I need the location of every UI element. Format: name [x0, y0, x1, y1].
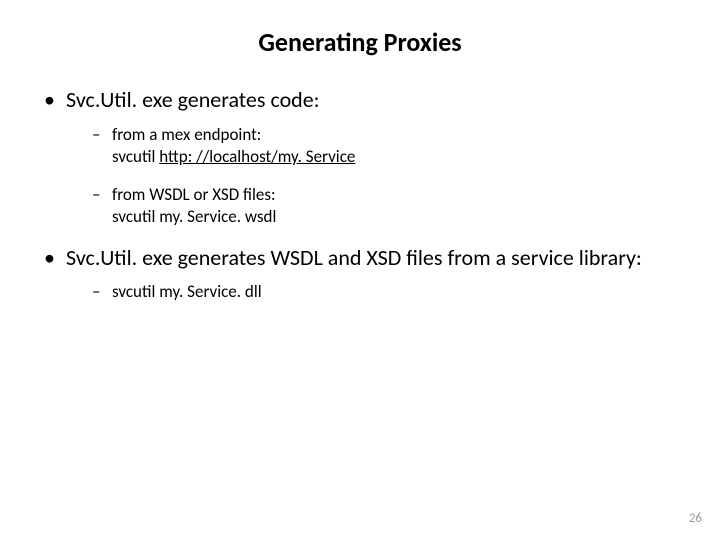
page-number: 26: [689, 511, 702, 526]
bullet-text: Svc.Util. exe generates WSDL and XSD fil…: [66, 244, 642, 271]
bullet-item: Svc.Util. exe generates code: from a mex…: [40, 86, 680, 228]
sub-bullet-item: from WSDL or XSD files: svcutil my. Serv…: [66, 184, 680, 228]
slide: Generating Proxies Svc.Util. exe generat…: [0, 0, 720, 540]
sub-bullet-list: from a mex endpoint: svcutil http: //loc…: [66, 124, 680, 228]
sub-bullet-item: svcutil my. Service. dll: [66, 281, 680, 303]
bullet-text: Svc.Util. exe generates code:: [66, 86, 320, 113]
sub-bullet-line: from WSDL or XSD files:: [112, 184, 276, 205]
slide-title: Generating Proxies: [40, 26, 680, 58]
sub-bullet-line: svcutil my. Service. dll: [112, 281, 262, 302]
sub-bullet-line: svcutil my. Service. wsdl: [112, 206, 276, 227]
sub-bullet-item: from a mex endpoint: svcutil http: //loc…: [66, 124, 680, 168]
sub-bullet-prefix: svcutil: [112, 146, 159, 167]
bullet-item: Svc.Util. exe generates WSDL and XSD fil…: [40, 244, 680, 304]
sub-bullet-link: http: //localhost/my. Service: [159, 146, 355, 167]
sub-bullet-line: from a mex endpoint:: [112, 124, 261, 145]
sub-bullet-list: svcutil my. Service. dll: [66, 281, 680, 303]
bullet-list: Svc.Util. exe generates code: from a mex…: [40, 86, 680, 303]
